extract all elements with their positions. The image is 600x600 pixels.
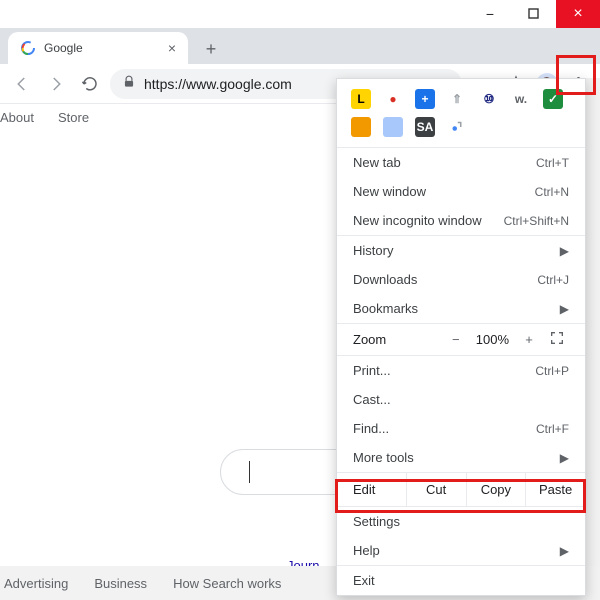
arrow-right-icon (47, 75, 65, 93)
zoom-out-button[interactable]: − (446, 332, 466, 347)
reload-icon (81, 75, 99, 93)
arrow-left-icon (13, 75, 31, 93)
ext-icon[interactable]: ⑩ (479, 89, 499, 109)
zoom-value: 100% (476, 332, 509, 347)
extensions-row-1: L ● + ⇑ ⑩ w. ✓ (337, 79, 585, 115)
menu-cut[interactable]: Cut (406, 473, 466, 506)
ext-icon[interactable] (351, 117, 371, 137)
fullscreen-icon (549, 330, 565, 346)
url-text: https://www.google.com (144, 76, 292, 92)
chrome-menu: L ● + ⇑ ⑩ w. ✓ SA New tabCtrl+T New wind… (336, 78, 586, 596)
edit-label: Edit (337, 473, 406, 506)
tab-title: Google (44, 41, 160, 55)
footer-business[interactable]: Business (94, 576, 147, 591)
text-caret (249, 461, 250, 483)
ext-icon[interactable]: + (415, 89, 435, 109)
zoom-in-button[interactable]: + (519, 332, 539, 347)
ext-icon[interactable]: L (351, 89, 371, 109)
ext-icon[interactable]: ⇑ (447, 89, 467, 109)
tab-close-icon[interactable]: × (168, 40, 176, 56)
menu-edit-row: Edit Cut Copy Paste (337, 473, 585, 506)
scrollbar[interactable] (586, 78, 600, 566)
menu-new-window[interactable]: New windowCtrl+N (337, 177, 585, 206)
maximize-button[interactable] (512, 0, 556, 28)
minimize-button[interactable]: − (468, 0, 512, 28)
extensions-row-2: SA (337, 115, 585, 147)
menu-exit[interactable]: Exit (337, 566, 585, 595)
menu-new-tab[interactable]: New tabCtrl+T (337, 148, 585, 177)
back-button[interactable] (8, 70, 36, 98)
menu-find[interactable]: Find...Ctrl+F (337, 414, 585, 443)
menu-bookmarks[interactable]: Bookmarks▶ (337, 294, 585, 323)
new-tab-button[interactable]: + (196, 34, 226, 64)
menu-more-tools[interactable]: More tools▶ (337, 443, 585, 472)
maximize-icon (527, 7, 541, 21)
favicon-google-icon (20, 40, 36, 56)
menu-history[interactable]: History▶ (337, 236, 585, 265)
forward-button[interactable] (42, 70, 70, 98)
ext-icon[interactable] (447, 117, 467, 137)
tab-google[interactable]: Google × (8, 32, 188, 64)
ext-icon[interactable]: ✓ (543, 89, 563, 109)
menu-help[interactable]: Help▶ (337, 536, 585, 565)
tab-strip: Google × + (0, 28, 600, 64)
ext-icon[interactable]: ● (383, 89, 403, 109)
ext-icon[interactable]: w. (511, 89, 531, 109)
ext-icon[interactable]: SA (415, 117, 435, 137)
menu-copy[interactable]: Copy (466, 473, 526, 506)
footer-how-search-works[interactable]: How Search works (173, 576, 281, 591)
menu-cast[interactable]: Cast... (337, 385, 585, 414)
footer-advertising[interactable]: Advertising (4, 576, 68, 591)
menu-downloads[interactable]: DownloadsCtrl+J (337, 265, 585, 294)
menu-settings[interactable]: Settings (337, 507, 585, 536)
window-titlebar: − × (0, 0, 600, 28)
menu-print[interactable]: Print...Ctrl+P (337, 356, 585, 385)
fullscreen-button[interactable] (549, 330, 569, 349)
zoom-label: Zoom (353, 332, 436, 347)
ext-icon[interactable] (383, 117, 403, 137)
menu-new-incognito[interactable]: New incognito windowCtrl+Shift+N (337, 206, 585, 235)
close-window-button[interactable]: × (556, 0, 600, 28)
nav-store[interactable]: Store (58, 110, 89, 125)
lock-icon (122, 75, 136, 92)
menu-zoom: Zoom − 100% + (337, 324, 585, 355)
menu-paste[interactable]: Paste (525, 473, 585, 506)
reload-button[interactable] (76, 70, 104, 98)
nav-about[interactable]: About (0, 110, 34, 125)
